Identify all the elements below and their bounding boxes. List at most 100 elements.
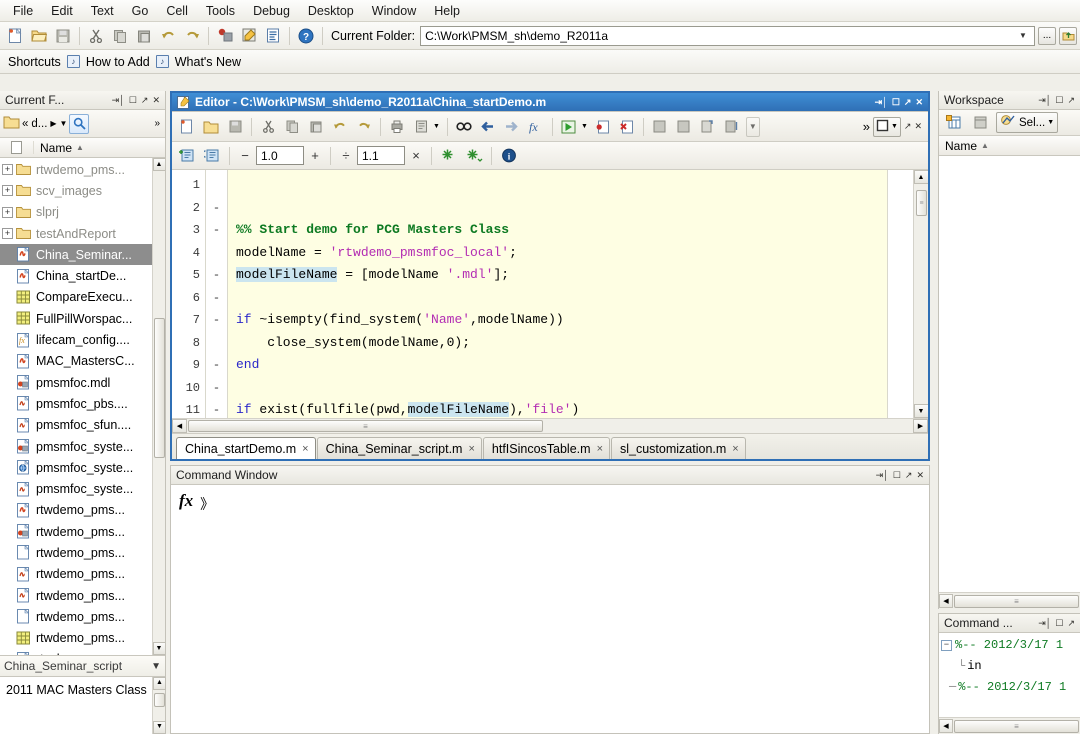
simulink-icon[interactable] xyxy=(214,25,236,47)
file-list-item[interactable]: +rtwdemo_pms... xyxy=(0,159,165,180)
scroll-up-icon[interactable]: ▲ xyxy=(153,677,166,690)
breakpoint-marker[interactable]: - xyxy=(206,219,227,242)
file-list-item[interactable]: rtwdemo_pms... xyxy=(0,542,165,563)
file-list-item[interactable]: fxlifecam_config.... xyxy=(0,329,165,350)
code-line[interactable]: if exist(fullfile(pwd,modelFileName),'fi… xyxy=(228,399,913,418)
chevron-right-icon[interactable]: ▶ xyxy=(50,119,56,128)
minimize-icon[interactable]: ↗ xyxy=(1067,619,1075,628)
paste-icon[interactable] xyxy=(133,25,155,47)
copy-icon[interactable] xyxy=(281,116,303,138)
find-icon[interactable] xyxy=(453,116,475,138)
file-list-item[interactable]: rtwdemo_pms... xyxy=(0,564,165,585)
breakpoint-marker[interactable] xyxy=(206,174,227,197)
breakpoint-marker[interactable]: - xyxy=(206,399,227,418)
help-icon[interactable]: ? xyxy=(295,25,317,47)
menu-item-file[interactable]: File xyxy=(4,2,42,20)
column-header-icon[interactable] xyxy=(0,141,34,154)
close-icon[interactable]: × xyxy=(597,443,603,455)
file-list-item[interactable]: CompareExecu... xyxy=(0,287,165,308)
expand-icon[interactable]: + xyxy=(2,164,13,175)
file-list-item[interactable]: rtwdemo_pms... xyxy=(0,649,165,655)
breakpoint-marker[interactable] xyxy=(206,242,227,265)
file-list-item[interactable]: pmsmfoc.mdl xyxy=(0,372,165,393)
file-details-selector[interactable]: China_Seminar_script ▼ xyxy=(0,655,165,676)
command-window-body[interactable]: fx 》 xyxy=(171,485,929,733)
scrollbar-thumb[interactable]: ≡ xyxy=(954,720,1079,733)
print-preview-icon[interactable] xyxy=(410,116,432,138)
back-arrow-icon[interactable] xyxy=(477,116,499,138)
maximize-icon[interactable]: ☐ xyxy=(1055,96,1063,105)
list-item[interactable]: └ in xyxy=(941,656,1080,677)
paste-icon[interactable] xyxy=(305,116,327,138)
menu-item-desktop[interactable]: Desktop xyxy=(299,2,363,20)
new-file-icon[interactable] xyxy=(4,25,26,47)
copy-icon[interactable] xyxy=(109,25,131,47)
chevron-down-icon[interactable]: ▼ xyxy=(60,119,68,128)
redo-icon[interactable] xyxy=(353,116,375,138)
undo-icon[interactable] xyxy=(329,116,351,138)
breadcrumb-current[interactable]: d... xyxy=(31,118,47,130)
workspace-variable-list[interactable] xyxy=(939,156,1080,592)
print-dropdown-icon[interactable]: ▼ xyxy=(433,123,440,130)
stack-dropdown[interactable]: ▼ xyxy=(746,117,760,137)
menu-item-tools[interactable]: Tools xyxy=(197,2,244,20)
maximize-icon[interactable]: ☐ xyxy=(893,471,901,480)
menu-item-edit[interactable]: Edit xyxy=(42,2,82,20)
editor-tab[interactable]: htfISincosTable.m× xyxy=(483,437,610,459)
file-list-item[interactable]: +scv_images xyxy=(0,180,165,201)
print-icon[interactable] xyxy=(386,116,408,138)
run-dropdown-icon[interactable]: ▼ xyxy=(581,123,588,130)
file-list-item[interactable]: pmsmfoc_sfun.... xyxy=(0,415,165,436)
file-list-item[interactable]: pmsmfoc_syste... xyxy=(0,478,165,499)
clear-breakpoints-icon[interactable] xyxy=(616,116,638,138)
file-list-item[interactable]: China_Seminar... xyxy=(0,244,165,265)
code-vertical-scrollbar[interactable]: ▲ ≡ ▼ xyxy=(913,170,928,418)
breakpoint-gutter[interactable]: -------- xyxy=(206,170,228,418)
toolbar-overflow-icon[interactable]: » xyxy=(154,118,162,129)
close-icon[interactable]: × xyxy=(302,443,308,455)
minimize-icon[interactable]: ↗ xyxy=(1067,96,1075,105)
code-line[interactable]: close_system(modelName,0); xyxy=(228,332,913,355)
scroll-down-icon[interactable]: ▼ xyxy=(153,642,166,655)
editor-tab[interactable]: sl_customization.m× xyxy=(611,437,746,459)
expand-icon[interactable]: + xyxy=(2,185,13,196)
file-details-scrollbar[interactable]: ▲ ▼ xyxy=(152,677,165,734)
minimize-icon[interactable]: ↗ xyxy=(141,96,149,105)
code-line[interactable]: modelFileName = [modelName '.mdl']; xyxy=(228,264,913,287)
shortcut-how-to-add[interactable]: How to Add xyxy=(86,55,150,69)
forward-arrow-icon[interactable] xyxy=(501,116,523,138)
file-list-item[interactable]: MAC_MastersC... xyxy=(0,351,165,372)
scrollbar-thumb[interactable]: ≡ xyxy=(916,190,927,216)
run-icon[interactable] xyxy=(558,116,580,138)
increase-button[interactable]: + xyxy=(305,146,325,166)
file-list-item[interactable]: pmsmfoc_pbs.... xyxy=(0,393,165,414)
close-icon[interactable]: × xyxy=(468,443,474,455)
collapse-icon[interactable]: − xyxy=(941,640,952,651)
code-line[interactable]: %% Start demo for PCG Masters Class xyxy=(228,219,913,242)
info-icon[interactable]: i xyxy=(498,145,520,167)
evaluate-cell-advance-icon[interactable] xyxy=(463,145,485,167)
step-in-icon[interactable] xyxy=(673,116,695,138)
code-text[interactable]: %% Start demo for PCG Masters Class model… xyxy=(228,170,913,418)
search-icon[interactable] xyxy=(69,114,89,134)
file-list-item[interactable]: +slprj xyxy=(0,202,165,223)
menu-item-go[interactable]: Go xyxy=(123,2,158,20)
file-list-item[interactable]: +testAndReport xyxy=(0,223,165,244)
code-line[interactable]: if ~isempty(find_system('Name',modelName… xyxy=(228,309,913,332)
list-item[interactable]: ─ %-- 2012/3/17 1 xyxy=(941,677,1080,698)
breakpoint-marker[interactable]: - xyxy=(206,354,227,377)
breakpoint-marker[interactable]: - xyxy=(206,264,227,287)
menu-item-debug[interactable]: Debug xyxy=(244,2,299,20)
function-browser-icon[interactable]: fx xyxy=(179,491,193,511)
scrollbar-thumb[interactable]: ≡ xyxy=(188,420,543,432)
guide-icon[interactable] xyxy=(238,25,260,47)
profiler-icon[interactable] xyxy=(262,25,284,47)
shortcut-whats-new[interactable]: What's New xyxy=(175,55,241,69)
code-line[interactable] xyxy=(228,377,913,400)
divide-button[interactable]: ÷ xyxy=(336,146,356,166)
go-up-folder-button[interactable] xyxy=(1059,27,1077,45)
insert-cell-divider-icon[interactable] xyxy=(201,145,223,167)
insert-cell-icon[interactable] xyxy=(176,145,198,167)
workspace-select-dropdown[interactable]: Sel... ▼ xyxy=(996,112,1058,133)
cell-value-left[interactable]: 1.0 xyxy=(256,146,304,165)
